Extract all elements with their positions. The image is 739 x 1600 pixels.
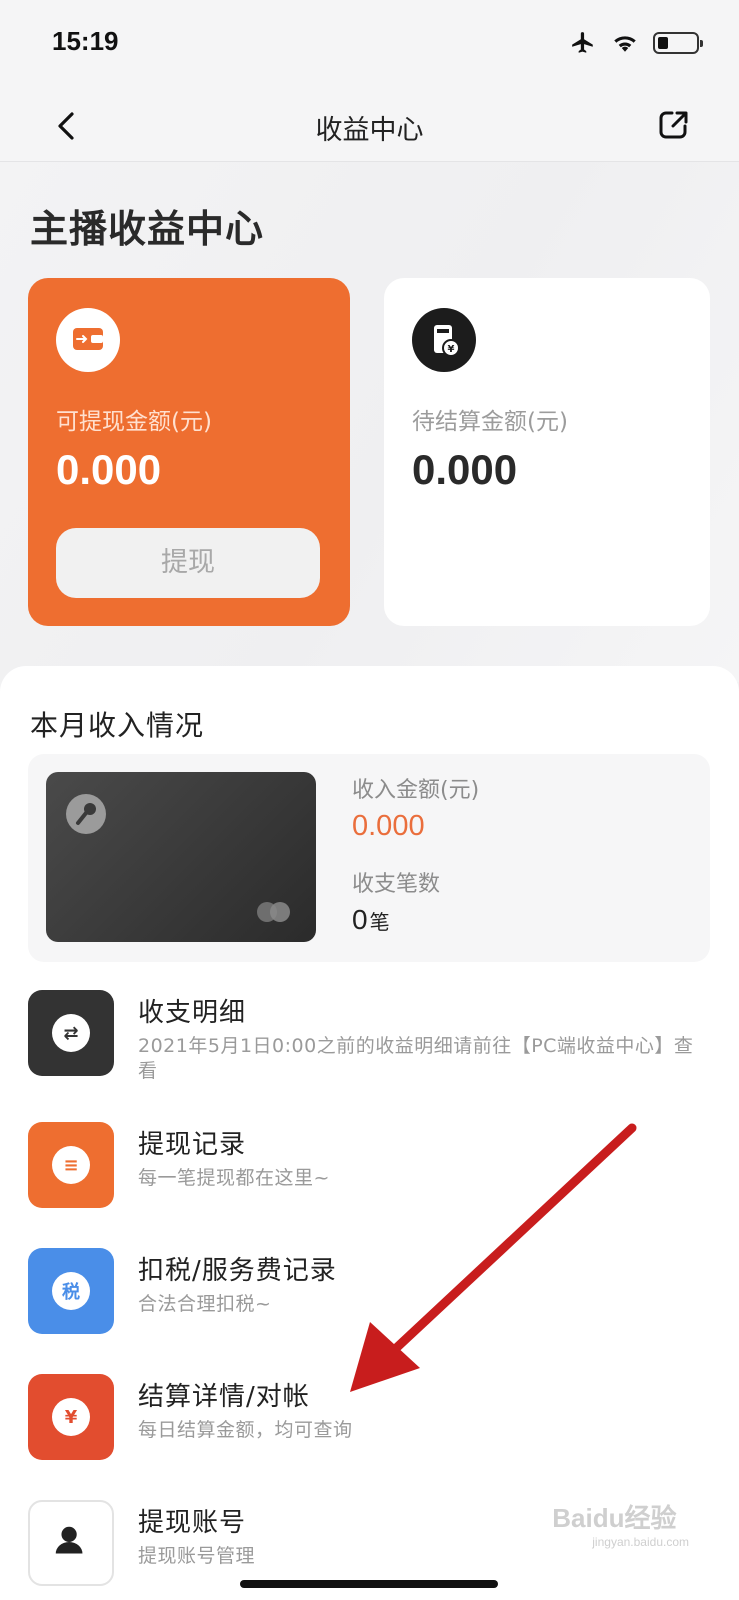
record-icon: ≡ xyxy=(28,1122,114,1208)
transaction-count-value: 0笔 xyxy=(352,904,390,936)
watermark: Baidu经验 jingyan.baidu.com xyxy=(552,1498,689,1549)
menu-title: 结算详情/对帐 xyxy=(138,1382,310,1412)
page-title: 收益中心 xyxy=(315,115,424,146)
exchange-glyph: ⇄ xyxy=(52,1014,90,1052)
wifi-icon xyxy=(614,36,636,52)
exchange-icon: ⇄ xyxy=(28,990,114,1076)
pending-card: ¥ 待结算金额(元) 0.000 xyxy=(384,278,710,626)
income-label: 收入金额(元) xyxy=(352,778,480,803)
menu-subtitle: 2021年5月1日0:00之前的收益明细请前往【PC端收益中心】查看 xyxy=(138,1035,694,1082)
withdrawable-card: 可提现金额(元) 0.000 提现 xyxy=(28,278,350,626)
menu-title: 扣税/服务费记录 xyxy=(138,1256,337,1286)
menu-subtitle: 每日结算金额，均可查询 xyxy=(138,1419,353,1441)
home-indicator xyxy=(240,1580,498,1588)
withdrawable-label: 可提现金额(元) xyxy=(56,409,212,435)
month-section-title: 本月收入情况 xyxy=(30,709,205,742)
hero-title: 主播收益中心 xyxy=(30,207,265,251)
watermark-brand: Baidu经验 xyxy=(552,1503,677,1533)
airplane-icon xyxy=(572,32,593,53)
count-number: 0 xyxy=(352,904,368,935)
status-bar: 15:19 xyxy=(0,0,739,90)
yen-icon: ¥ xyxy=(28,1374,114,1460)
menu-item-withdraw-records[interactable]: ≡ 提现记录 每一笔提现都在这里~ xyxy=(28,1122,710,1212)
menu-item-transactions[interactable]: ⇄ 收支明细 2021年5月1日0:00之前的收益明细请前往【PC端收益中心】查… xyxy=(28,990,710,1082)
battery-icon xyxy=(653,32,703,54)
status-icons xyxy=(569,30,703,56)
user-icon xyxy=(28,1500,114,1586)
record-glyph: ≡ xyxy=(52,1146,90,1184)
menu-item-tax-records[interactable]: 税 扣税/服务费记录 合法合理扣税~ xyxy=(28,1248,710,1338)
pending-settlement-icon: ¥ xyxy=(412,308,476,372)
menu-title: 提现记录 xyxy=(138,1130,247,1160)
watermark-url: jingyan.baidu.com xyxy=(592,1535,689,1549)
microphone-icon xyxy=(66,794,106,834)
tax-glyph: 税 xyxy=(52,1272,90,1310)
menu-subtitle: 合法合理扣税~ xyxy=(138,1293,272,1315)
transaction-count-label: 收支笔数 xyxy=(352,872,441,897)
share-icon[interactable] xyxy=(653,104,693,144)
anchor-card-graphic xyxy=(46,772,316,942)
earnings-header: 主播收益中心 可提现金额(元) 0.000 提现 ¥ 待结算金额(元) 0.00… xyxy=(0,162,739,682)
coins-icon xyxy=(257,902,290,922)
menu-title: 提现账号 xyxy=(138,1508,247,1538)
wallet-icon xyxy=(56,308,120,372)
pending-label: 待结算金额(元) xyxy=(412,409,568,435)
status-time: 15:19 xyxy=(52,26,119,56)
withdrawable-value: 0.000 xyxy=(56,446,162,493)
nav-bar: 收益中心 xyxy=(0,90,739,162)
pending-icon-glyph: ¥ xyxy=(448,344,455,355)
pending-value: 0.000 xyxy=(412,446,518,493)
withdraw-button[interactable]: 提现 xyxy=(56,528,320,598)
menu-title: 收支明细 xyxy=(138,998,247,1028)
count-unit: 笔 xyxy=(369,912,390,934)
income-value: 0.000 xyxy=(352,810,425,842)
yen-glyph: ¥ xyxy=(52,1398,90,1436)
menu-subtitle: 每一笔提现都在这里~ xyxy=(138,1167,330,1189)
tax-icon: 税 xyxy=(28,1248,114,1334)
menu-item-settlement[interactable]: ¥ 结算详情/对帐 每日结算金额，均可查询 xyxy=(28,1374,710,1464)
month-summary: 收入金额(元) 0.000 收支笔数 0笔 xyxy=(28,754,710,962)
